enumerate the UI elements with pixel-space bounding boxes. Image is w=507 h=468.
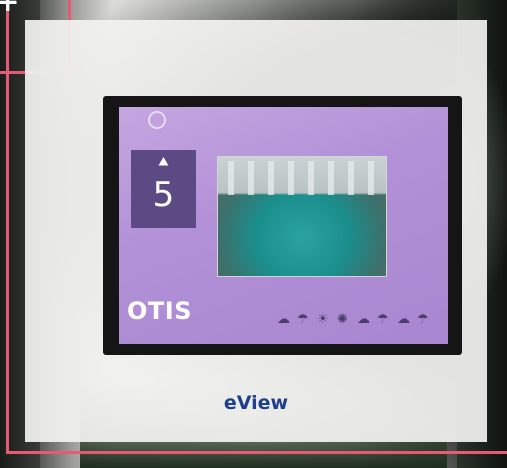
weather-icon: ☁ (277, 312, 290, 327)
display-screen: ⯅ 5 OTIS ☁ ☂ ☀ ✺ ☁ ☂ ☁ ☂ (119, 107, 448, 344)
weather-icon: ☂ (297, 312, 309, 327)
window-pane (328, 161, 334, 195)
window-pane (228, 161, 234, 195)
display-device: ⯅ 5 OTIS ☁ ☂ ☀ ✺ ☁ ☂ ☁ ☂ (103, 96, 462, 355)
product-card[interactable]: ⯅ 5 OTIS ☁ ☂ ☀ ✺ ☁ ☂ ☁ ☂ eView (25, 20, 487, 442)
screen-ring-icon (148, 111, 166, 129)
pool-image (217, 156, 387, 277)
window-pane (308, 161, 314, 195)
weather-icon: ☂ (417, 312, 429, 327)
weather-icon: ☁ (397, 312, 410, 327)
weather-icon: ✺ (337, 312, 348, 327)
otis-logo: OTIS (127, 297, 192, 325)
floor-number: 5 (152, 175, 175, 215)
window-pane (248, 161, 254, 195)
window-pane (268, 161, 274, 195)
window-pane (288, 161, 294, 195)
card-title[interactable]: eView (25, 392, 487, 414)
weather-icon: ☁ (357, 312, 370, 327)
weather-icon: ☀ (317, 312, 329, 327)
window-pane (348, 161, 354, 195)
up-arrow-icon: ⯅ (156, 152, 171, 173)
window-pane (368, 161, 374, 195)
weather-icon: ☂ (377, 312, 389, 327)
floor-indicator: ⯅ 5 (131, 150, 196, 228)
plus-icon[interactable]: + (0, 0, 19, 16)
